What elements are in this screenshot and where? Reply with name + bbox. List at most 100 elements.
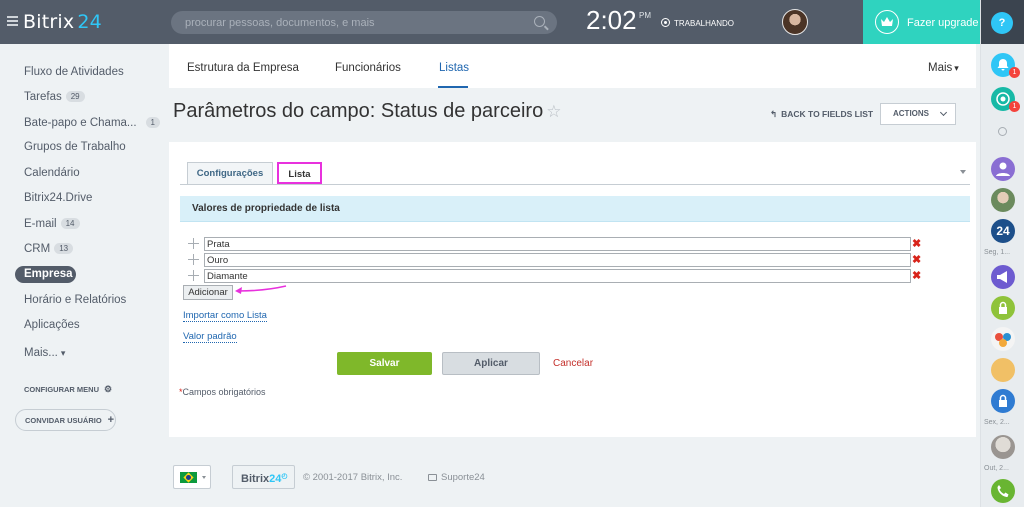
search-box[interactable] [171, 11, 557, 34]
sidebar-item-label: Aplicações [24, 319, 80, 331]
default-value-link[interactable]: Valor padrão [183, 331, 237, 343]
list-value-input[interactable] [204, 269, 911, 283]
counter-badge: 29 [65, 91, 85, 102]
bitrix24-chat-icon[interactable]: 24 [991, 219, 1015, 243]
work-status-label: TRABALHANDO [674, 19, 735, 28]
save-button[interactable]: Salvar [337, 352, 432, 375]
configure-menu-label: CONFIGURAR MENU [24, 385, 99, 394]
sidebar-item-more[interactable]: Mais... ▾ [24, 347, 65, 359]
counter-badge: 13 [54, 243, 74, 254]
counter-badge: 14 [60, 218, 80, 229]
sidebar-item-label: Mais... [24, 347, 58, 359]
user-avatar[interactable] [782, 9, 808, 35]
sidebar-item-label: CRM [24, 243, 51, 255]
contact-avatar-icon[interactable] [991, 188, 1015, 212]
sidebar-item-activity-stream[interactable]: Fluxo de Atividades [24, 66, 124, 78]
counter-badge: 1 [145, 117, 160, 128]
clock-time[interactable]: 2:02 [586, 5, 637, 36]
apply-button[interactable]: Aplicar [442, 352, 540, 375]
delete-icon[interactable]: ✖ [912, 237, 921, 250]
tab-lista[interactable]: Lista [277, 162, 322, 184]
megaphone-icon[interactable] [991, 265, 1015, 289]
phone-icon[interactable] [991, 479, 1015, 503]
contact-search-icon[interactable] [998, 127, 1007, 136]
sidebar-item-label: Horário e Relatórios [24, 294, 127, 306]
language-selector[interactable] [173, 465, 211, 489]
brazil-flag-icon [180, 472, 197, 483]
footer-logo-text: Bitrix [241, 473, 270, 485]
sidebar-item-company[interactable]: Empresa [15, 266, 76, 283]
search-icon[interactable] [534, 16, 545, 27]
secure-chat-icon[interactable] [991, 389, 1015, 413]
tab-employees[interactable]: Funcionários [335, 62, 401, 74]
sidebar-item-chat[interactable]: Bate-papo e Chama... 1 [24, 117, 160, 129]
configure-menu-button[interactable]: CONFIGURAR MENU ⚙ [24, 384, 112, 395]
add-value-button[interactable]: Adicionar [183, 285, 233, 300]
support-label: Suporte24 [441, 472, 485, 483]
sidebar-item-label: Tarefas [24, 91, 62, 103]
star-icon[interactable]: ☆ [546, 102, 561, 121]
clock-ampm: PM [639, 11, 651, 20]
work-status-icon [661, 18, 670, 27]
menu-icon[interactable] [7, 16, 18, 26]
group-chat-icon[interactable] [991, 327, 1015, 351]
tab-more-label: Mais [928, 62, 953, 74]
app-logo[interactable]: Bitrix 24 [23, 11, 102, 33]
chevron-down-icon [939, 108, 948, 117]
help-icon[interactable]: ? [991, 12, 1013, 34]
logo-text: Bitrix [23, 11, 75, 33]
gear-icon: ⚙ [104, 384, 113, 394]
collapse-arrow-icon[interactable] [960, 170, 966, 174]
page-title: Parâmetros do campo: Status de parceiro ☆ [173, 100, 561, 123]
drag-handle-icon[interactable] [188, 254, 199, 265]
drag-handle-icon[interactable] [188, 270, 199, 281]
upgrade-button[interactable]: Fazer upgrade [863, 0, 980, 44]
drag-handle-icon[interactable] [188, 238, 199, 249]
contact-avatar-icon-2[interactable] [991, 435, 1015, 459]
invite-user-label: CONVIDAR USUÁRIO [25, 416, 102, 425]
list-value-input[interactable] [204, 253, 911, 267]
chevron-down-icon [202, 476, 206, 479]
tab-configuracoes[interactable]: Configurações [187, 162, 273, 184]
active-tab-indicator [438, 86, 468, 88]
work-status[interactable]: TRABALHANDO [661, 18, 734, 28]
invite-user-button[interactable]: CONVIDAR USUÁRIO + [15, 409, 116, 431]
tab-company-structure[interactable]: Estrutura da Empresa [187, 62, 299, 74]
import-as-list-link[interactable]: Importar como Lista [183, 310, 267, 322]
clock-icon: ◴ [281, 473, 288, 480]
sidebar-item-workgroups[interactable]: Grupos de Trabalho [24, 141, 126, 153]
sidebar-item-email[interactable]: E-mail 14 [24, 218, 80, 230]
lock-icon[interactable] [991, 296, 1015, 320]
user-contact-icon[interactable] [991, 157, 1015, 181]
upgrade-label: Fazer upgrade [907, 17, 979, 29]
sidebar-item-time-reports[interactable]: Horário e Relatórios [24, 294, 126, 306]
chevron-down-icon: ▾ [60, 348, 66, 358]
sidebar-item-crm[interactable]: CRM 13 [24, 243, 74, 255]
right-panel: ? 1 1 24 Seg, 1... Sex, 2... Out, 2... [980, 0, 1024, 507]
actions-button[interactable]: ACTIONS [880, 103, 956, 125]
list-value-input[interactable] [204, 237, 911, 251]
sunset-avatar-icon[interactable] [991, 358, 1015, 382]
sidebar-item-drive[interactable]: Bitrix24.Drive [24, 192, 92, 204]
back-to-fields-list-link[interactable]: ↰ BACK TO FIELDS LIST [770, 109, 873, 120]
support-link[interactable]: Suporte24 [428, 472, 485, 483]
footer-logo-number: 24 [269, 473, 282, 485]
left-sidebar: Fluxo de Atividades Tarefas 29 Bate-papo … [0, 44, 169, 507]
tab-lists[interactable]: Listas [439, 62, 469, 74]
cancel-button[interactable]: Cancelar [553, 358, 593, 369]
page-title-text: Parâmetros do campo: Status de parceiro [173, 100, 544, 122]
footer-logo[interactable]: Bitrix24◴ [232, 465, 295, 489]
logo-number: 24 [77, 11, 102, 33]
delete-icon[interactable]: ✖ [912, 269, 921, 282]
tab-more[interactable]: Mais ▾ [928, 62, 959, 74]
copyright: © 2001-2017 Bitrix, Inc. [303, 472, 403, 483]
sidebar-item-tasks[interactable]: Tarefas 29 [24, 91, 85, 103]
search-input[interactable] [171, 11, 557, 34]
delete-icon[interactable]: ✖ [912, 253, 921, 266]
chevron-down-icon: ▾ [954, 63, 959, 73]
sidebar-item-calendar[interactable]: Calendário [24, 167, 80, 179]
back-link-label: BACK TO FIELDS LIST [781, 109, 874, 119]
sidebar-item-applications[interactable]: Aplicações [24, 319, 80, 331]
chat-badge: 1 [1009, 101, 1020, 112]
tab-divider [180, 184, 970, 185]
